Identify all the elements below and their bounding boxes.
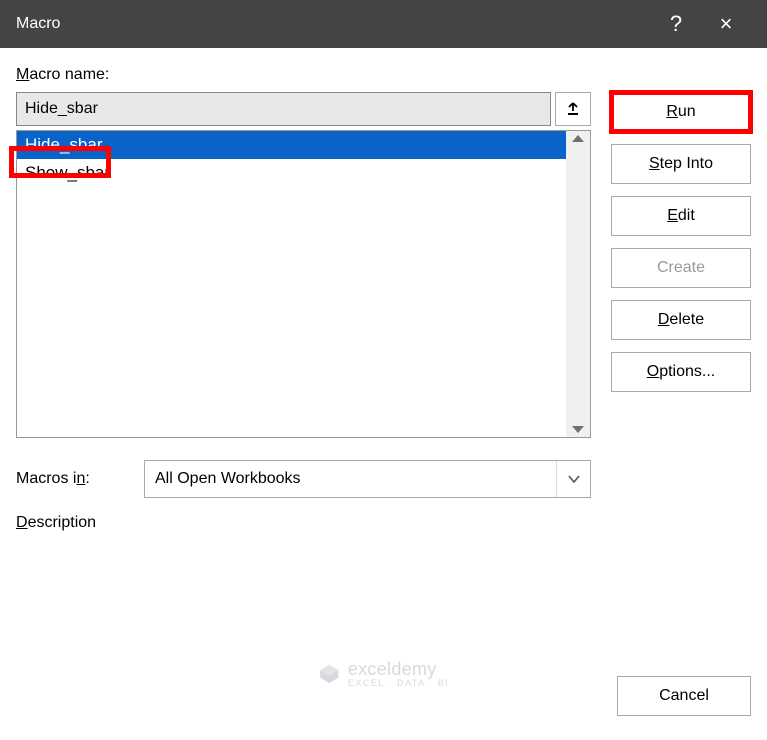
refedit-button[interactable] [555,92,591,126]
create-button: Create [611,248,751,288]
left-column: Macro name: Hide_sbar Show_sbar [16,66,591,592]
delete-button[interactable]: Delete [611,300,751,340]
scroll-up-arrow-icon[interactable] [572,135,584,142]
watermark-brand: exceldemy [348,659,437,679]
macro-name-input[interactable] [16,92,551,126]
description-area [16,532,591,592]
edit-button[interactable]: Edit [611,196,751,236]
watermark-logo-icon [318,663,340,685]
cancel-button[interactable]: Cancel [617,676,751,716]
watermark: exceldemy EXCEL · DATA · BI [318,659,449,688]
macros-in-row: Macros in: All Open Workbooks [16,460,591,498]
macro-listbox: Hide_sbar Show_sbar [16,130,591,438]
watermark-tagline: EXCEL · DATA · BI [348,678,449,688]
macros-in-label: Macros in: [16,470,134,488]
listbox-scrollbar[interactable] [566,131,590,437]
description-label: Description [16,514,591,532]
step-into-button[interactable]: Step Into [611,144,751,184]
titlebar: Macro ? × [0,0,767,48]
dialog-footer: Cancel [617,676,751,716]
chevron-down-icon[interactable] [556,461,590,497]
refedit-icon [565,101,581,117]
macros-in-select[interactable]: All Open Workbooks [144,460,591,498]
macros-in-value: All Open Workbooks [145,461,556,497]
scroll-down-arrow-icon[interactable] [572,426,584,433]
dialog-content: Macro name: Hide_sbar Show_sbar [0,48,767,610]
help-icon[interactable]: ? [651,11,701,37]
options-button[interactable]: Options... [611,352,751,392]
macro-list[interactable]: Hide_sbar Show_sbar [17,131,566,437]
close-icon[interactable]: × [701,11,751,37]
macro-name-row [16,92,591,126]
window-title: Macro [16,15,651,33]
right-column: Run Step Into Edit Create Delete Options… [611,66,751,592]
list-item[interactable]: Hide_sbar [17,131,566,159]
run-button[interactable]: Run [611,92,751,132]
list-item[interactable]: Show_sbar [17,159,566,187]
macro-name-label: Macro name: [16,66,591,84]
